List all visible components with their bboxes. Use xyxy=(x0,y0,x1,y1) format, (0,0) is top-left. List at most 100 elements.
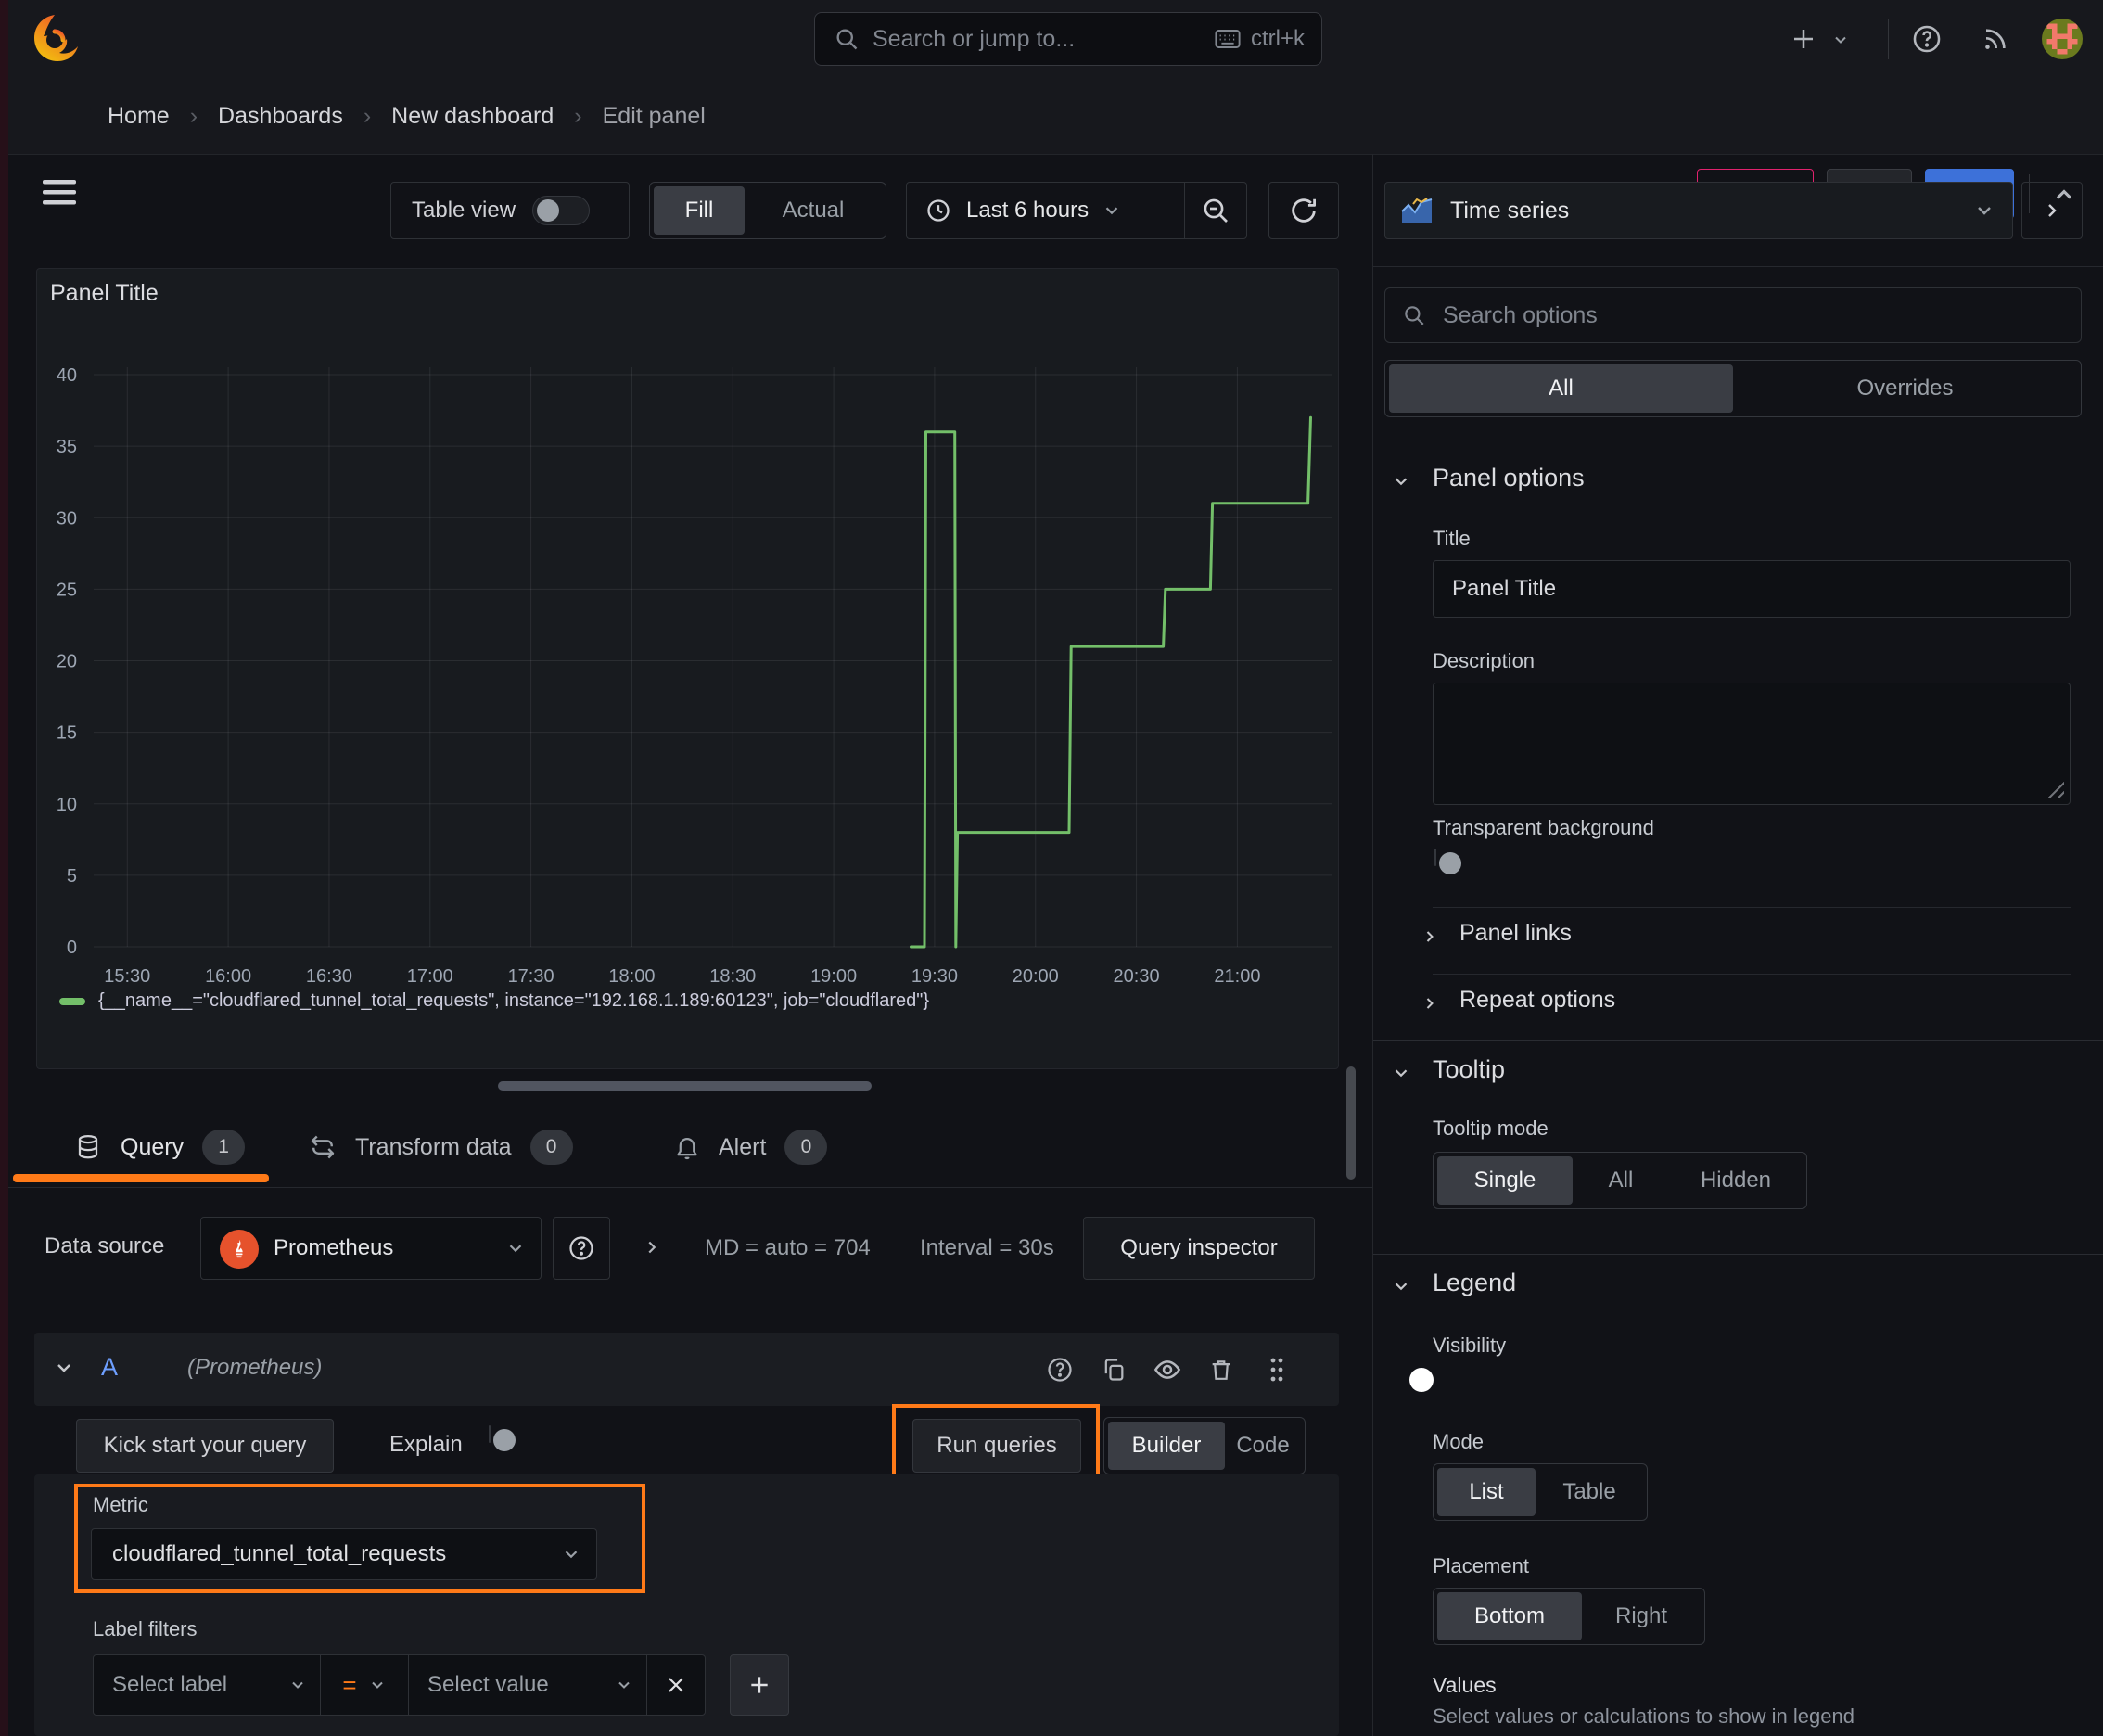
panel-links-header[interactable]: Panel links xyxy=(1459,920,1572,947)
repeat-options-header[interactable]: Repeat options xyxy=(1459,987,1615,1014)
breadcrumb-separator: › xyxy=(189,102,198,129)
fill-actual-switch: Fill Actual xyxy=(649,182,886,239)
time-series-chart[interactable]: 0 5 10 15 20 25 30 35 40 15:30 16:00 16:30 17:00 17:3… xyxy=(37,269,1338,1011)
tab-overrides[interactable]: Overrides xyxy=(1733,364,2077,413)
global-search[interactable]: ctrl+k xyxy=(814,12,1322,66)
news-rss-icon[interactable] xyxy=(1977,20,2014,57)
metric-select[interactable]: cloudflared_tunnel_total_requests xyxy=(91,1528,597,1580)
legend-placement-bottom[interactable]: Bottom xyxy=(1437,1592,1582,1640)
tab-transform-count: 0 xyxy=(529,1130,573,1165)
code-option[interactable]: Code xyxy=(1225,1422,1301,1470)
select-value-dropdown[interactable]: Select value xyxy=(408,1654,647,1716)
kickstart-query-button[interactable]: Kick start your query xyxy=(76,1419,334,1473)
select-value-chevron-down-icon xyxy=(615,1676,633,1694)
table-view-toggle[interactable] xyxy=(532,196,591,225)
refresh-button[interactable] xyxy=(1268,182,1339,239)
query-delete-trash-icon[interactable] xyxy=(1204,1353,1238,1386)
legend-placement-right[interactable]: Right xyxy=(1582,1592,1701,1640)
operator-chevron-down-icon xyxy=(368,1676,387,1694)
tab-alert[interactable]: Alert 0 xyxy=(674,1130,828,1165)
query-datasource-hint: (Prometheus) xyxy=(187,1355,323,1380)
tooltip-mode-hidden[interactable]: Hidden xyxy=(1669,1156,1803,1205)
breadcrumb-home[interactable]: Home xyxy=(108,103,170,130)
options-search-input[interactable] xyxy=(1441,300,2066,330)
legend-placement-label: Placement xyxy=(1433,1554,1529,1577)
query-duplicate-icon[interactable] xyxy=(1097,1353,1130,1386)
tab-query[interactable]: Query 1 xyxy=(74,1130,246,1165)
legend-chevron-down-icon[interactable] xyxy=(1391,1276,1411,1296)
breadcrumb-separator: › xyxy=(574,102,582,129)
panel-resize-handle[interactable] xyxy=(498,1081,872,1091)
options-tabs: All Overrides xyxy=(1384,360,2082,417)
grafana-logo[interactable] xyxy=(28,11,78,67)
help-icon[interactable] xyxy=(1908,20,1945,57)
datasource-help-icon[interactable] xyxy=(553,1217,610,1280)
search-input[interactable] xyxy=(871,24,1214,54)
legend-header[interactable]: Legend xyxy=(1433,1269,1516,1297)
tooltip-chevron-down-icon[interactable] xyxy=(1391,1063,1411,1083)
tooltip-header[interactable]: Tooltip xyxy=(1433,1055,1505,1084)
legend-mode-list[interactable]: List xyxy=(1437,1468,1536,1516)
breadcrumb-dashboards[interactable]: Dashboards xyxy=(218,103,343,130)
builder-option[interactable]: Builder xyxy=(1108,1422,1225,1470)
add-new-chevron-down-icon[interactable] xyxy=(1829,28,1853,52)
query-disable-eye-icon[interactable] xyxy=(1151,1353,1184,1386)
legend-series-label[interactable]: {__name__="cloudflared_tunnel_total_requ… xyxy=(98,990,929,1012)
svg-text:25: 25 xyxy=(57,580,77,600)
query-row-header[interactable]: A (Prometheus) xyxy=(34,1333,1339,1406)
breadcrumb-bar: Home › Dashboards › New dashboard › Edit… xyxy=(0,78,2103,219)
query-help-icon[interactable] xyxy=(1043,1353,1077,1386)
menu-hamburger-icon[interactable] xyxy=(41,176,78,210)
svg-text:18:30: 18:30 xyxy=(709,966,756,987)
add-new-button[interactable] xyxy=(1785,20,1822,57)
query-drag-handle-icon[interactable] xyxy=(1260,1353,1294,1386)
options-expand-chevron-right-icon[interactable] xyxy=(638,1233,666,1261)
explain-toggle[interactable] xyxy=(489,1425,491,1443)
panel-options-chevron-down-icon[interactable] xyxy=(1391,471,1411,491)
tab-query-label: Query xyxy=(121,1133,185,1160)
zoom-out-icon[interactable] xyxy=(1185,196,1246,225)
remove-filter-button[interactable] xyxy=(646,1654,706,1716)
legend-mode-table[interactable]: Table xyxy=(1536,1468,1643,1516)
add-filter-button[interactable] xyxy=(730,1654,789,1716)
datasource-picker[interactable]: Prometheus xyxy=(200,1217,542,1280)
transparent-background-toggle[interactable] xyxy=(1434,849,1436,866)
transparent-background-label: Transparent background xyxy=(1433,816,1654,839)
explain-label: Explain xyxy=(389,1432,463,1457)
active-tab-underline xyxy=(13,1174,269,1182)
options-search[interactable] xyxy=(1384,287,2082,343)
repeat-options-chevron-right-icon[interactable] xyxy=(1421,994,1439,1013)
actual-option[interactable]: Actual xyxy=(745,186,882,235)
legend-placement-switch: Bottom Right xyxy=(1433,1588,1705,1645)
panel-options-header[interactable]: Panel options xyxy=(1433,464,1585,492)
panel-title-input[interactable] xyxy=(1433,560,2071,618)
legend-values-help: Select values or calculations to show in… xyxy=(1433,1704,1854,1728)
tab-transform[interactable]: Transform data 0 xyxy=(309,1130,573,1165)
operator-dropdown[interactable]: = xyxy=(320,1654,409,1716)
tab-all[interactable]: All xyxy=(1389,364,1733,413)
query-inspector-button[interactable]: Query inspector xyxy=(1083,1217,1315,1280)
breadcrumb-new-dashboard[interactable]: New dashboard xyxy=(391,103,554,130)
panel-links-chevron-right-icon[interactable] xyxy=(1421,927,1439,946)
sidebar-divider xyxy=(1373,266,2103,267)
avatar[interactable] xyxy=(2042,19,2083,59)
datasource-chevron-down-icon xyxy=(505,1238,526,1258)
svg-text:16:00: 16:00 xyxy=(205,966,251,987)
svg-text:30: 30 xyxy=(57,508,77,529)
svg-text:35: 35 xyxy=(57,437,77,457)
chart-legend: {__name__="cloudflared_tunnel_total_requ… xyxy=(59,990,929,1012)
tooltip-mode-single[interactable]: Single xyxy=(1437,1156,1573,1205)
database-icon xyxy=(74,1132,102,1162)
title-label: Title xyxy=(1433,527,1471,550)
description-textarea[interactable] xyxy=(1433,683,2071,805)
fill-option[interactable]: Fill xyxy=(654,186,745,235)
time-range-picker[interactable]: Last 6 hours xyxy=(906,182,1247,239)
query-collapse-chevron-down-icon[interactable] xyxy=(53,1357,75,1379)
collapse-options-pane-button[interactable] xyxy=(2021,182,2083,239)
tooltip-mode-all[interactable]: All xyxy=(1573,1156,1669,1205)
visualization-picker[interactable]: Time series xyxy=(1384,182,2013,239)
select-label-dropdown[interactable]: Select label xyxy=(93,1654,321,1716)
run-queries-button[interactable]: Run queries xyxy=(912,1419,1081,1473)
tab-alert-count: 0 xyxy=(784,1130,828,1165)
clock-icon xyxy=(925,198,951,223)
